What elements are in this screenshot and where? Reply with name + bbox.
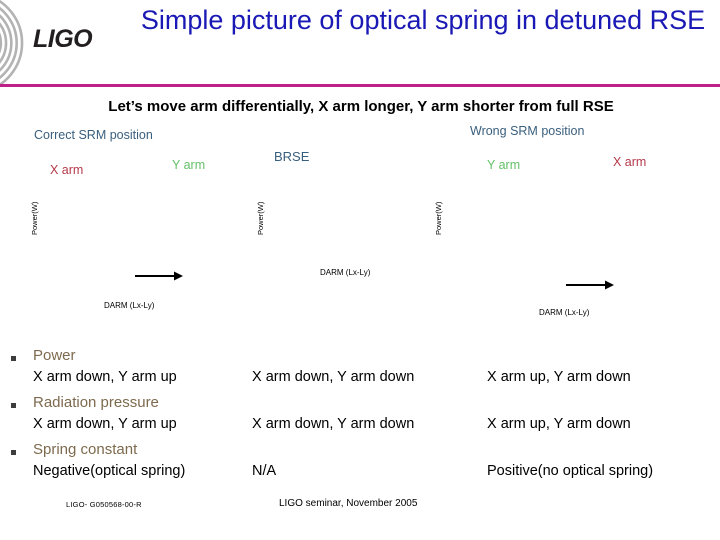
darm-label-right: DARM (Lx-Ly) [539,308,590,317]
comparison-cell-wrong: X arm up, Y arm down [487,416,631,432]
darm-arrow-left-icon [135,271,183,281]
arm-label-y-right: Y arm [487,158,521,172]
caption-wrong-srm-position: Wrong SRM position [470,124,585,138]
optical-spring-diagram: Correct SRM position Wrong SRM position … [0,118,720,346]
comparison-cell-brse: X arm down, Y arm down [252,416,415,432]
header-divider [0,84,720,87]
bullet-square-icon [11,403,16,408]
comparison-row: X arm down, Y arm up X arm down, Y arm d… [0,369,720,393]
footer-event-name: LIGO seminar, November 2005 [279,498,418,509]
comparison-group-power: Power X arm down, Y arm up X arm down, Y… [0,347,720,397]
comparison-row: Negative(optical spring) N/A Positive(no… [0,463,720,487]
bullet-square-icon [11,356,16,361]
footer-document-number: LIGO- G050568-00-R [66,500,142,509]
comparison-list: Power X arm down, Y arm up X arm down, Y… [0,347,720,491]
caption-brse: BRSE [274,149,310,164]
slide-footer: LIGO- G050568-00-R LIGO seminar, Novembe… [0,498,720,522]
darm-arrow-right-icon [566,280,614,290]
arm-label-x-right: X arm [613,155,647,169]
bullet-square-icon [11,450,16,455]
page-title: Simple picture of optical spring in detu… [140,5,706,35]
comparison-heading: Spring constant [33,441,138,458]
slide-header: LIGO Simple picture of optical spring in… [0,0,720,87]
comparison-cell-correct: X arm down, Y arm up [33,369,177,385]
comparison-group-radiation-pressure: Radiation pressure X arm down, Y arm up … [0,394,720,444]
comparison-cell-brse: X arm down, Y arm down [252,369,415,385]
darm-label-middle: DARM (Lx-Ly) [320,268,371,277]
ligo-wordmark: LIGO [33,25,93,53]
arm-label-y-left: Y arm [172,158,206,172]
caption-correct-srm-position: Correct SRM position [34,128,153,142]
darm-label-left: DARM (Lx-Ly) [104,301,155,310]
comparison-cell-brse: N/A [252,463,277,479]
ligo-logo: LIGO [0,0,132,86]
comparison-heading: Power [33,347,76,364]
comparison-cell-wrong: X arm up, Y arm down [487,369,631,385]
comparison-group-spring-constant: Spring constant Negative(optical spring)… [0,441,720,491]
axis-label-power-right: Power(W) [434,201,443,235]
comparison-cell-correct: Negative(optical spring) [33,463,186,479]
comparison-cell-correct: X arm down, Y arm up [33,416,177,432]
arm-label-x-left: X arm [50,163,84,177]
axis-label-power-left: Power(W) [30,201,39,235]
comparison-cell-wrong: Positive(no optical spring) [487,463,654,479]
comparison-row: X arm down, Y arm up X arm down, Y arm d… [0,416,720,440]
axis-label-power-middle: Power(W) [256,201,265,235]
slide-subtitle: Let’s move arm differentially, X arm lon… [108,98,614,115]
comparison-heading: Radiation pressure [33,394,159,411]
